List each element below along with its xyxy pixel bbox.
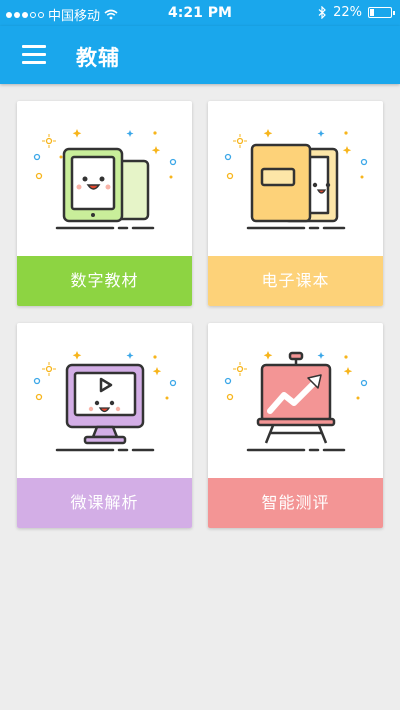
battery-icon xyxy=(368,7,395,18)
folder-book-icon xyxy=(224,129,368,230)
card-label: 数字教材 xyxy=(17,256,192,306)
hamburger-menu-icon[interactable] xyxy=(22,45,46,65)
card-label: 微课解析 xyxy=(17,478,192,528)
card-smart-assessment[interactable]: 智能测评 xyxy=(208,323,383,528)
status-bar: 中国移动 4:21 PM 22% xyxy=(0,0,400,26)
card-micro-lesson[interactable]: 微课解析 xyxy=(17,323,192,528)
card-digital-textbook[interactable]: 数字教材 xyxy=(17,101,192,306)
bluetooth-icon xyxy=(318,6,326,19)
card-e-textbook[interactable]: 电子课本 xyxy=(208,101,383,306)
status-right: 22% xyxy=(318,5,395,20)
page-title: 教辅 xyxy=(76,46,120,70)
card-label: 智能测评 xyxy=(208,478,383,528)
tablet-book-icon xyxy=(33,129,177,230)
battery-percent: 22% xyxy=(333,5,362,20)
monitor-video-icon xyxy=(33,351,177,452)
card-label: 电子课本 xyxy=(208,256,383,306)
nav-bar: 教辅 xyxy=(0,26,400,84)
chart-board-icon xyxy=(224,351,368,452)
